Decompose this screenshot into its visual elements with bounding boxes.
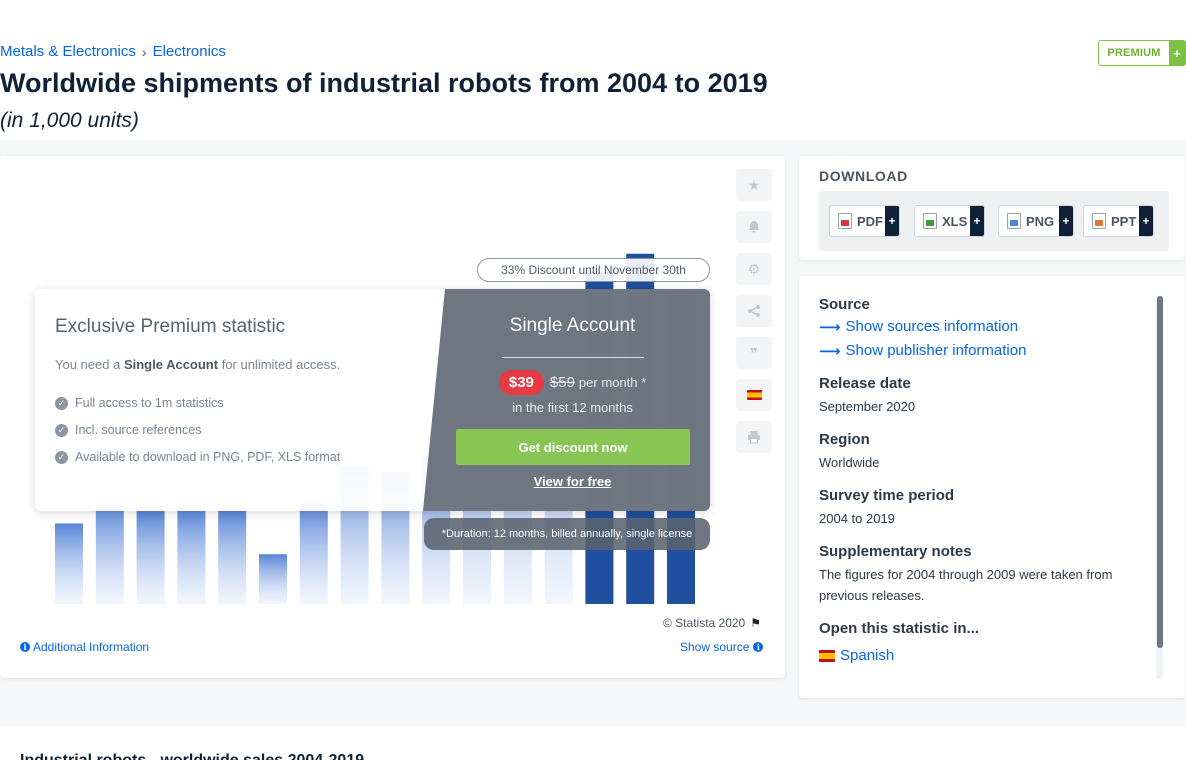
per-month: per month *	[578, 375, 647, 390]
print-icon[interactable]	[736, 421, 772, 453]
price-row: $39 $59 per month *	[455, 370, 690, 395]
premium-paywall: Exclusive Premium statistic You need a S…	[35, 289, 710, 511]
survey-block: Survey time period 2004 to 2019	[819, 487, 1149, 529]
related-statistic-title[interactable]: Industrial robots - worldwide sales 2004…	[20, 752, 364, 760]
check-icon: ✓	[55, 423, 68, 437]
page-title: Worldwide shipments of industrial robots…	[0, 68, 768, 98]
bar-2005	[95, 504, 124, 604]
feature-item: ✓ Available to download in PNG, PDF, XLS …	[55, 449, 340, 465]
show-sources-link[interactable]: ⟶ Show sources information	[819, 316, 1149, 337]
additional-info-link[interactable]: i Additional Information	[20, 640, 149, 654]
breadcrumb: Metals & Electronics › Electronics	[0, 43, 226, 60]
price-badge: $39	[498, 370, 544, 395]
png-file-icon	[1007, 213, 1021, 229]
xls-file-icon	[923, 213, 937, 229]
bar-2006	[136, 511, 165, 604]
info-icon: i	[20, 642, 30, 652]
page-subtitle: (in 1,000 units)	[0, 109, 139, 132]
source-block: Source ⟶ Show sources information ⟶ Show p…	[819, 296, 1149, 361]
ppt-file-icon	[1092, 213, 1106, 229]
breadcrumb-electronics[interactable]: Electronics	[153, 43, 226, 60]
arrow-right-icon: ⟶	[819, 342, 841, 360]
download-title: DOWNLOAD	[819, 168, 908, 184]
bell-icon[interactable]	[736, 211, 772, 243]
copyright: © Statista 2020 ⚑	[663, 616, 761, 630]
gear-icon[interactable]: ⚙	[736, 253, 772, 285]
old-price: $59	[549, 374, 575, 391]
survey-value: 2004 to 2019	[819, 511, 895, 526]
download-ppt-button[interactable]: PPT +	[1083, 205, 1154, 237]
share-icon[interactable]	[736, 295, 772, 327]
bar-2010	[299, 503, 328, 604]
get-discount-button[interactable]: Get discount now	[456, 429, 690, 465]
region-block: Region Worldwide	[819, 431, 1149, 473]
feature-list: ✓ Full access to 1m statistics ✓ Incl. sou…	[55, 395, 340, 476]
feature-item: ✓ Full access to 1m statistics	[55, 395, 340, 411]
bar-2007	[177, 509, 206, 604]
chart-card: 33% Discount until November 30th Exclusi…	[0, 156, 785, 678]
open-in-block: Open this statistic in... Spanish	[819, 620, 1149, 666]
statistic-info-card: Source ⟶ Show sources information ⟶ Show p…	[799, 276, 1185, 698]
pdf-file-icon	[838, 213, 852, 229]
breadcrumb-metals-electronics[interactable]: Metals & Electronics	[0, 43, 136, 60]
region-value: Worldwide	[819, 455, 880, 470]
premium-label: PREMIUM	[1107, 47, 1161, 59]
open-in-heading: Open this statistic in...	[819, 620, 980, 637]
download-png-button[interactable]: PNG +	[998, 205, 1074, 237]
open-spanish-link[interactable]: Spanish	[819, 645, 1149, 666]
region-heading: Region	[819, 431, 870, 448]
info-content: Source ⟶ Show sources information ⟶ Show p…	[819, 296, 1149, 680]
discount-pill: 33% Discount until November 30th	[477, 258, 710, 282]
chart-toolbar: ★ ⚙ ❞	[736, 169, 772, 463]
view-for-free-link[interactable]: View for free	[455, 474, 690, 489]
breadcrumb-separator: ›	[141, 43, 147, 60]
info-icon: i	[753, 642, 764, 652]
check-icon: ✓	[55, 450, 68, 464]
feature-item: ✓ Incl. source references	[55, 422, 340, 438]
premium-plus: +	[1169, 41, 1185, 65]
download-pdf-button[interactable]: PDF +	[829, 205, 900, 237]
check-icon: ✓	[55, 396, 68, 410]
survey-heading: Survey time period	[819, 487, 955, 504]
spain-flag-icon	[819, 649, 835, 662]
release-heading: Release date	[819, 375, 911, 392]
arrow-right-icon: ⟶	[819, 318, 841, 336]
notes-block: Supplementary notes The figures for 2004…	[819, 543, 1149, 606]
notes-value: The figures for 2004 through 2009 were t…	[819, 567, 1113, 603]
first-months-text: in the first 12 months	[512, 400, 633, 415]
source-heading: Source	[819, 296, 870, 313]
spain-flag-icon[interactable]	[736, 379, 772, 411]
paywall-heading: Exclusive Premium statistic	[55, 316, 286, 337]
quote-icon[interactable]: ❞	[736, 337, 772, 369]
divider	[502, 357, 644, 358]
release-block: Release date September 2020	[819, 375, 1149, 417]
single-account-bold: Single Account	[123, 357, 219, 372]
paywall-need-text: You need a Single Account for unlimited …	[55, 357, 341, 372]
premium-badge[interactable]: PREMIUM +	[1098, 40, 1186, 66]
download-buttons: PDF + XLS + PNG + PPT +	[819, 191, 1169, 251]
show-publisher-link[interactable]: ⟶ Show publisher information	[819, 340, 1149, 361]
release-value: September 2020	[819, 399, 916, 414]
notes-heading: Supplementary notes	[819, 543, 972, 560]
show-source-link[interactable]: Show source i	[680, 640, 764, 654]
bar-2008	[218, 510, 247, 604]
single-account-title: Single Account	[509, 315, 636, 336]
bar-2009	[259, 554, 287, 604]
star-icon[interactable]: ★	[736, 169, 772, 201]
report-flag-icon[interactable]: ⚑	[750, 616, 761, 630]
download-xls-button[interactable]: XLS +	[914, 205, 985, 237]
related-statistic-card: Industrial robots - worldwide sales 2004…	[0, 726, 1186, 760]
scrollbar-thumb[interactable]	[1157, 296, 1163, 648]
bar-2004	[55, 523, 83, 604]
duration-note: *Duration: 12 months, billed annually, s…	[424, 518, 710, 550]
download-card: DOWNLOAD PDF + XLS + PNG + PPT +	[799, 156, 1185, 260]
